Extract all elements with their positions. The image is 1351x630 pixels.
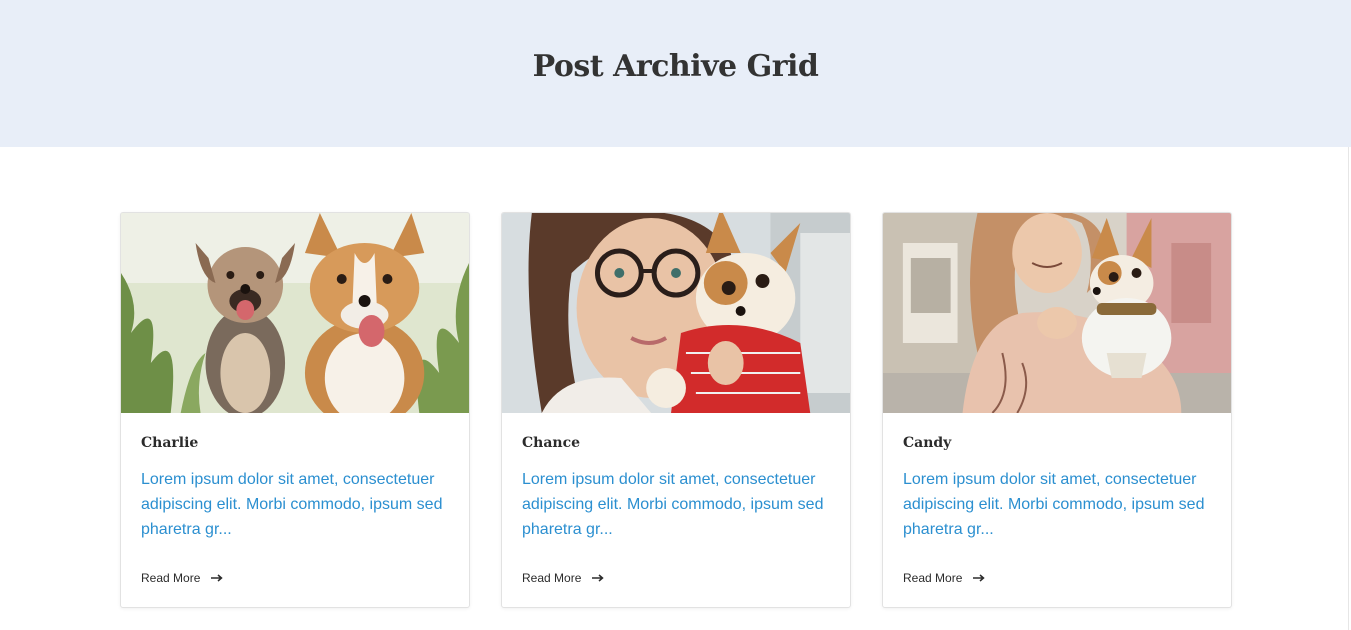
read-more-label: Read More [141, 571, 201, 585]
post-title[interactable]: Chance [522, 435, 830, 455]
read-more-link[interactable]: Read More [903, 571, 986, 585]
post-excerpt: Lorem ipsum dolor sit amet, consectetuer… [903, 471, 1205, 538]
arrow-right-icon [973, 571, 986, 585]
page-title: Post Archive Grid [532, 49, 819, 84]
read-more-link[interactable]: Read More [141, 571, 224, 585]
archive-page: Post Archive Grid Charlie Lorem ipsum do… [0, 0, 1351, 630]
post-image-woman-street-dog[interactable] [883, 213, 1231, 413]
post-card: Chance Lorem ipsum dolor sit amet, conse… [501, 212, 851, 608]
read-more-link[interactable]: Read More [522, 571, 605, 585]
post-grid: Charlie Lorem ipsum dolor sit amet, cons… [120, 212, 1232, 608]
read-more-label: Read More [522, 571, 582, 585]
post-excerpt: Lorem ipsum dolor sit amet, consectetuer… [522, 471, 824, 538]
arrow-right-icon [592, 571, 605, 585]
page-header: Post Archive Grid [0, 0, 1351, 147]
post-image-dogs[interactable] [121, 213, 469, 413]
arrow-right-icon [211, 571, 224, 585]
post-excerpt: Lorem ipsum dolor sit amet, consectetuer… [141, 471, 443, 538]
post-card: Candy Lorem ipsum dolor sit amet, consec… [882, 212, 1232, 608]
read-more-label: Read More [903, 571, 963, 585]
post-title[interactable]: Charlie [141, 435, 449, 455]
post-card-body: Candy Lorem ipsum dolor sit amet, consec… [883, 413, 1231, 587]
scrollbar-track [1348, 147, 1349, 630]
post-title[interactable]: Candy [903, 435, 1211, 455]
post-image-woman-glasses-dog[interactable] [502, 213, 850, 413]
post-card-body: Chance Lorem ipsum dolor sit amet, conse… [502, 413, 850, 587]
post-card: Charlie Lorem ipsum dolor sit amet, cons… [120, 212, 470, 608]
post-card-body: Charlie Lorem ipsum dolor sit amet, cons… [121, 413, 469, 587]
